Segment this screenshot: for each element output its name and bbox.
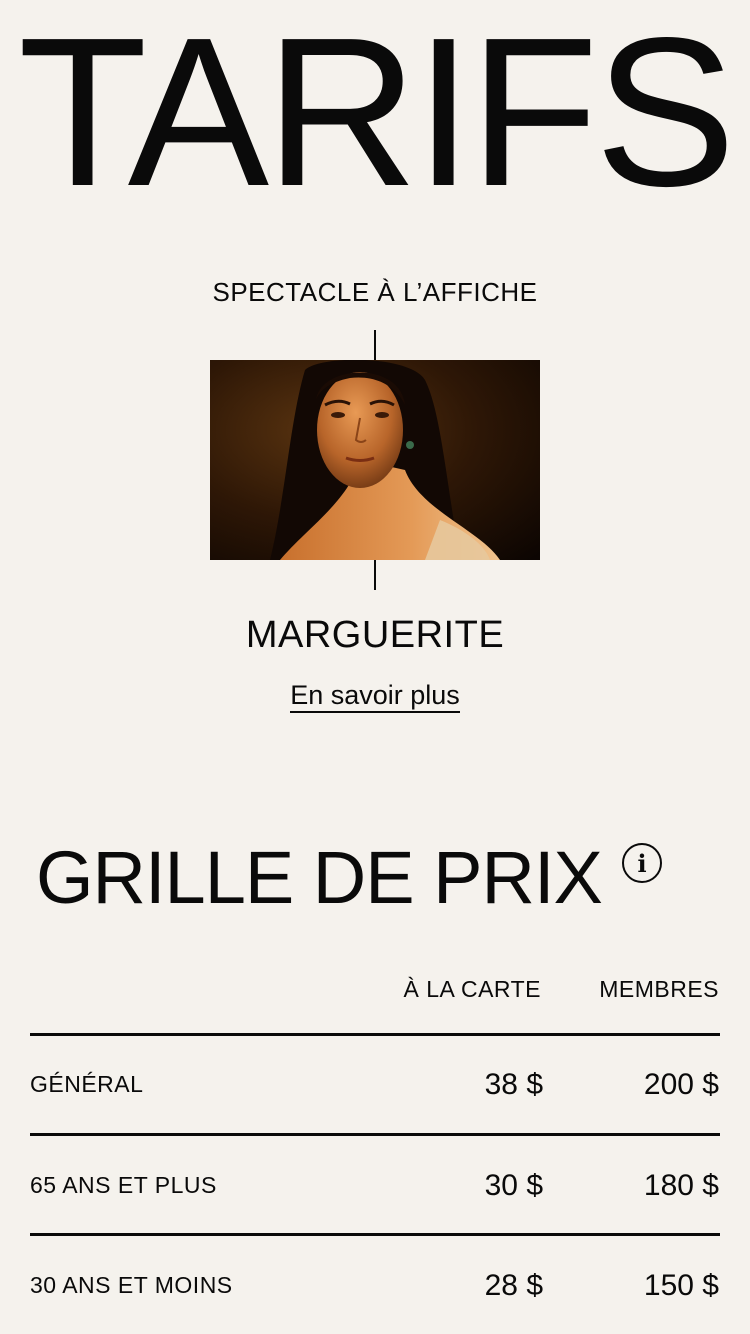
portrait-photo	[210, 360, 540, 560]
info-icon[interactable]: i	[622, 843, 662, 883]
learn-more-link[interactable]: En savoir plus	[290, 680, 460, 713]
table-divider	[30, 1033, 720, 1036]
connector-line-top	[374, 330, 376, 360]
row-label-general: GÉNÉRAL	[30, 1071, 144, 1097]
price-grid-title: GRILLE DE PRIX	[36, 836, 603, 919]
row-label-65-ans-et-plus: 65 ANS ET PLUS	[30, 1172, 217, 1198]
show-title: MARGUERITE	[245, 614, 505, 656]
price-general-carte: 38 $	[484, 1068, 543, 1101]
featured-show-label: SPECTACLE À L’AFFICHE	[212, 277, 538, 307]
learn-more-wrapper: En savoir plus	[0, 680, 750, 713]
price-general-membres: 200 $	[643, 1068, 719, 1101]
price-30-membres: 150 $	[643, 1269, 719, 1302]
table-divider	[30, 1133, 720, 1136]
table-divider	[30, 1233, 720, 1236]
price-30-carte: 28 $	[484, 1269, 543, 1302]
column-header-a-la-carte: À LA CARTE	[403, 976, 541, 1002]
connector-line-bottom	[374, 560, 376, 590]
price-65-carte: 30 $	[484, 1169, 543, 1202]
row-label-30-ans-et-moins: 30 ANS ET MOINS	[30, 1272, 233, 1298]
show-poster-image[interactable]	[210, 360, 540, 560]
page-title: TARIFS	[17, 0, 736, 230]
column-header-membres: MEMBRES	[599, 976, 719, 1002]
price-65-membres: 180 $	[643, 1169, 719, 1202]
